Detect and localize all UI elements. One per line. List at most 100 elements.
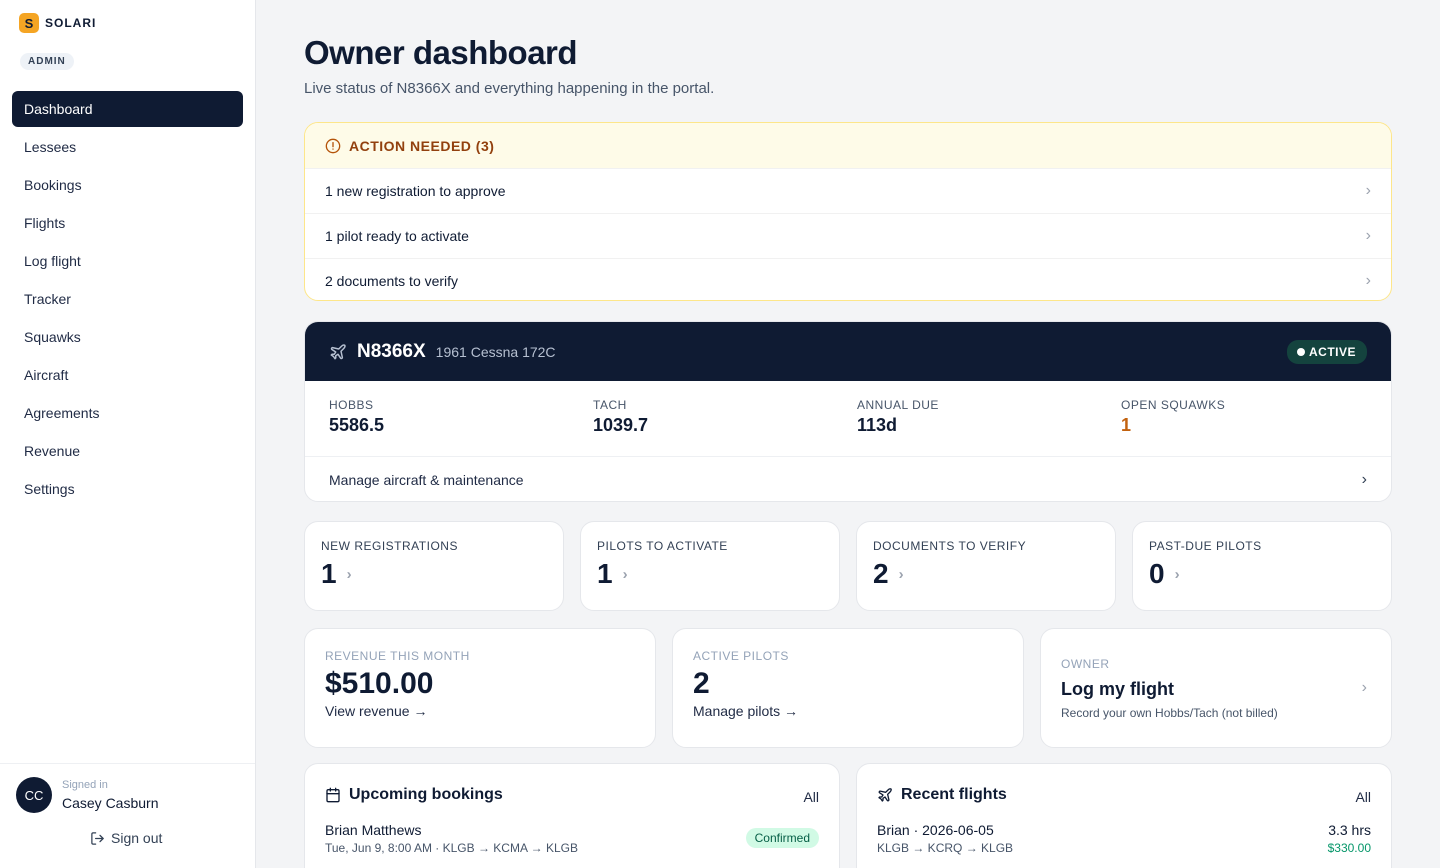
stat-value: 2 <box>873 558 889 589</box>
owner-label: OWNER <box>1061 657 1110 671</box>
booking-pilot-name: Brian Matthews <box>325 822 422 838</box>
sidebar-item-flights[interactable]: Flights <box>12 205 243 241</box>
all-flights-link[interactable]: All <box>1355 789 1371 805</box>
stat-label: OPEN SQUAWKS <box>1121 398 1226 412</box>
aircraft-model: 1961 Cessna 172C <box>435 343 556 360</box>
action-item-pilot[interactable]: 1 pilot ready to activate › <box>305 213 1391 258</box>
aircraft-card: N8366X 1961 Cessna 172C ACTIVE HOBBS 558… <box>304 321 1392 502</box>
active-pilots-label: ACTIVE PILOTS <box>693 649 789 663</box>
plane-icon <box>329 343 347 361</box>
list-item[interactable]: Brian · 2026-06-05 KLGB → KCRQ → KLGB 3.… <box>877 822 1371 855</box>
stat-label: NEW REGISTRATIONS <box>321 539 458 553</box>
chevron-right-icon: › <box>622 565 628 583</box>
recent-flights-card: Recent flights All Brian · 2026-06-05 KL… <box>856 763 1392 868</box>
chevron-right-icon: › <box>346 565 352 583</box>
booking-detail: Tue, Jun 9, 8:00 AM · KLGB → KCMA → KLGB <box>325 841 578 855</box>
flight-route: KLGB → KCRQ → KLGB <box>877 841 1014 855</box>
stat-value: 1 <box>1121 415 1132 435</box>
stat-annual-due: ANNUAL DUE 113d <box>857 381 1121 456</box>
sidebar-nav: Dashboard Lessees Bookings Flights Log f… <box>12 91 243 509</box>
sidebar-item-log-flight[interactable]: Log flight <box>12 243 243 279</box>
stat-label: DOCUMENTS TO VERIFY <box>873 539 1027 553</box>
view-revenue-link[interactable]: View revenue → <box>325 703 635 719</box>
brand-logo[interactable]: S SOLARI <box>19 13 96 33</box>
sidebar-item-tracker[interactable]: Tracker <box>12 281 243 317</box>
plane-icon <box>877 787 893 803</box>
stat-card-new-registrations[interactable]: NEW REGISTRATIONS 1 › <box>304 521 564 611</box>
sidebar-item-dashboard[interactable]: Dashboard <box>12 91 243 127</box>
action-needed-panel: ACTION NEEDED (3) 1 new registration to … <box>304 122 1392 301</box>
stat-label: ANNUAL DUE <box>857 398 939 412</box>
list-item[interactable]: Brian Matthews Tue, Jun 9, 8:00 AM · KLG… <box>325 822 819 855</box>
stat-label: HOBBS <box>329 398 374 412</box>
stat-card-documents-to-verify[interactable]: DOCUMENTS TO VERIFY 2 › <box>856 521 1116 611</box>
aircraft-header: N8366X 1961 Cessna 172C ACTIVE <box>305 322 1391 381</box>
chevron-right-icon: › <box>1361 679 1367 696</box>
action-item-label: 1 pilot ready to activate <box>325 228 469 244</box>
flight-title: Brian · 2026-06-05 <box>877 822 994 838</box>
upcoming-bookings-card: Upcoming bookings All Brian Matthews Tue… <box>304 763 840 868</box>
stat-label: PILOTS TO ACTIVATE <box>597 539 728 553</box>
stat-value: 113d <box>857 415 898 435</box>
stat-value: 5586.5 <box>329 415 385 435</box>
manage-aircraft-link[interactable]: Manage aircraft & maintenance › <box>305 457 1391 501</box>
stat-open-squawks: OPEN SQUAWKS 1 <box>1121 381 1385 456</box>
stat-value: 0 <box>1149 558 1165 589</box>
action-item-label: 1 new registration to approve <box>325 183 506 199</box>
action-needed-title: ACTION NEEDED (3) <box>349 137 495 154</box>
calendar-icon <box>325 787 341 803</box>
recent-flights-title: Recent flights <box>901 786 1007 803</box>
sidebar-item-agreements[interactable]: Agreements <box>12 395 243 431</box>
sidebar-item-settings[interactable]: Settings <box>12 471 243 507</box>
stat-card-past-due-pilots[interactable]: PAST-DUE PILOTS 0 › <box>1132 521 1392 611</box>
log-my-flight-card[interactable]: OWNER Log my flight Record your own Hobb… <box>1040 628 1392 748</box>
stat-tach: TACH 1039.7 <box>593 381 857 456</box>
stat-label: TACH <box>593 398 627 412</box>
flight-amount: $330.00 <box>1327 841 1371 855</box>
status-badge: ACTIVE <box>1286 340 1367 364</box>
revenue-card: REVENUE THIS MONTH $510.00 View revenue … <box>304 628 656 748</box>
avatar: CC <box>16 777 52 813</box>
chevron-right-icon: › <box>1365 182 1371 199</box>
list-cards: Upcoming bookings All Brian Matthews Tue… <box>304 763 1392 868</box>
page-subtitle: Live status of N8366X and everything hap… <box>304 80 715 97</box>
sidebar: S SOLARI ADMIN Dashboard Lessees Booking… <box>0 0 256 868</box>
flight-hours: 3.3 hrs <box>1328 822 1371 838</box>
sidebar-item-lessees[interactable]: Lessees <box>12 129 243 165</box>
sign-out-icon <box>90 831 105 846</box>
manage-aircraft-label: Manage aircraft & maintenance <box>329 471 524 488</box>
active-pilots-value: 2 <box>693 667 710 700</box>
chevron-right-icon: › <box>1365 272 1371 289</box>
user-panel: CC Signed in Casey Casburn Sign out <box>0 763 255 868</box>
stat-card-pilots-to-activate[interactable]: PILOTS TO ACTIVATE 1 › <box>580 521 840 611</box>
sidebar-item-bookings[interactable]: Bookings <box>12 167 243 203</box>
revenue-value: $510.00 <box>325 667 434 700</box>
action-item-registration[interactable]: 1 new registration to approve › <box>305 168 1391 213</box>
sidebar-item-revenue[interactable]: Revenue <box>12 433 243 469</box>
revenue-label: REVENUE THIS MONTH <box>325 649 470 663</box>
stat-cards: NEW REGISTRATIONS 1 › PILOTS TO ACTIVATE … <box>304 521 1392 611</box>
stat-hobbs: HOBBS 5586.5 <box>329 381 593 456</box>
action-item-label: 2 documents to verify <box>325 273 459 289</box>
sidebar-item-aircraft[interactable]: Aircraft <box>12 357 243 393</box>
status-badge: Confirmed <box>745 828 819 848</box>
action-item-documents[interactable]: 2 documents to verify › <box>305 258 1391 300</box>
log-my-flight-subtitle: Record your own Hobbs/Tach (not billed) <box>1061 706 1278 720</box>
upcoming-bookings-title: Upcoming bookings <box>349 786 503 803</box>
chevron-right-icon: › <box>1174 565 1180 583</box>
all-bookings-link[interactable]: All <box>803 789 819 805</box>
aircraft-tail-number: N8366X <box>357 340 426 362</box>
page-title: Owner dashboard <box>304 34 578 71</box>
sign-out-label: Sign out <box>111 830 163 846</box>
chevron-right-icon: › <box>1361 470 1367 488</box>
alert-icon <box>325 138 341 154</box>
manage-pilots-link[interactable]: Manage pilots → <box>693 703 1003 719</box>
log-my-flight-title: Log my flight <box>1061 679 1174 699</box>
stat-value: 1 <box>321 558 337 589</box>
active-pilots-card: ACTIVE PILOTS 2 Manage pilots → <box>672 628 1024 748</box>
chevron-right-icon: › <box>898 565 904 583</box>
stat-label: PAST-DUE PILOTS <box>1149 539 1262 553</box>
chevron-right-icon: › <box>1365 227 1371 244</box>
sidebar-item-squawks[interactable]: Squawks <box>12 319 243 355</box>
sign-out-button[interactable]: Sign out <box>90 830 162 846</box>
